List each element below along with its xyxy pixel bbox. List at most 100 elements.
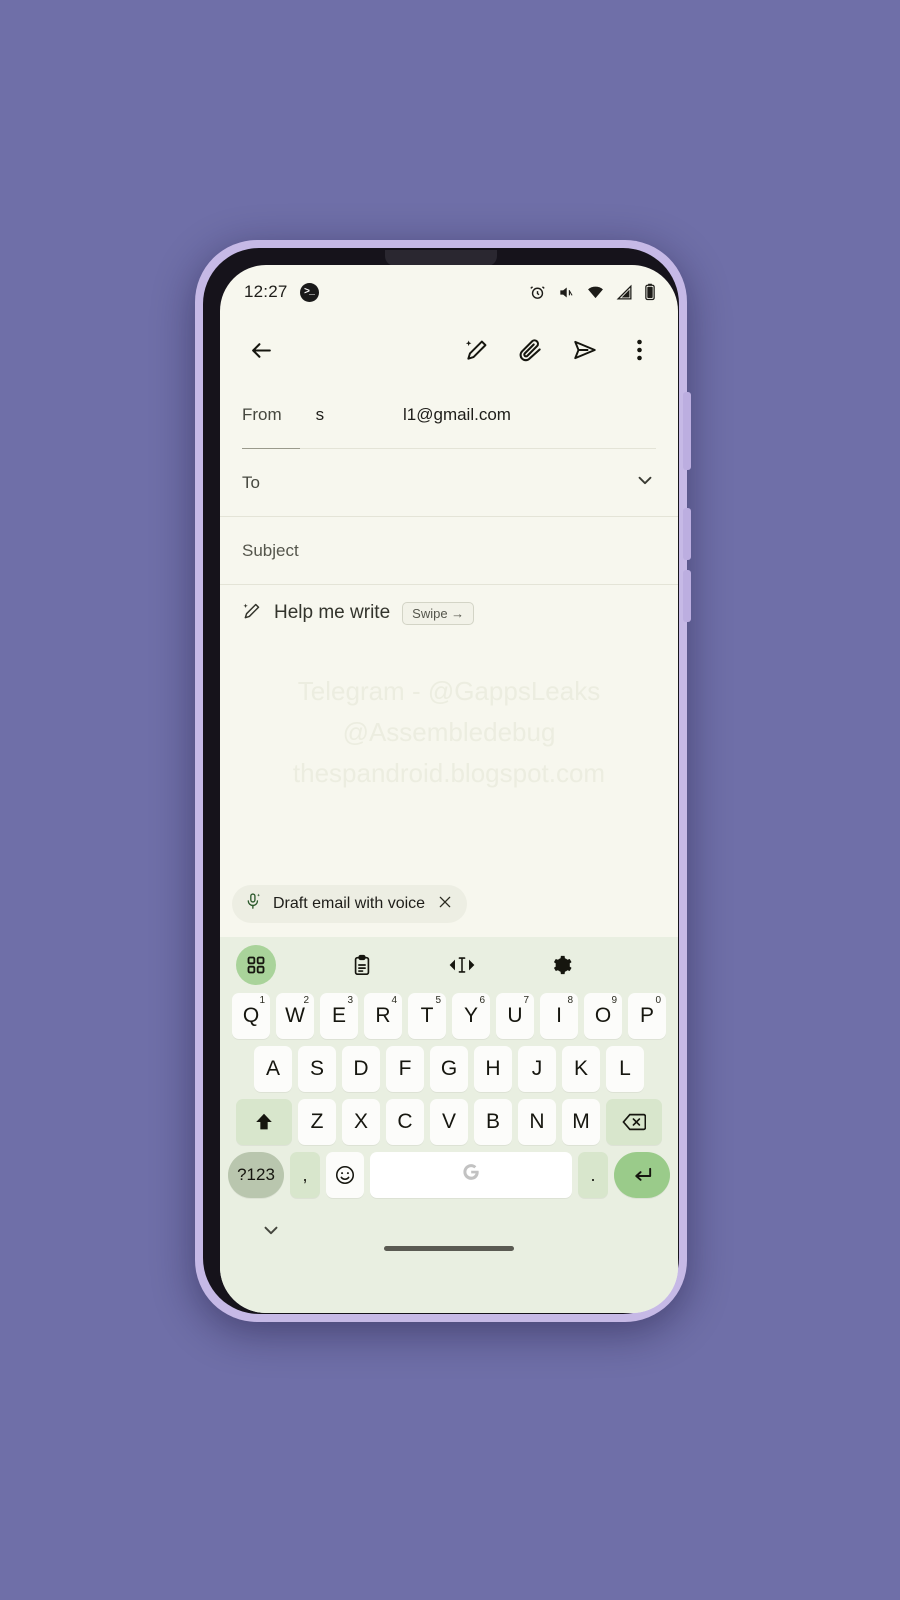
alarm-icon [529,284,546,301]
gesture-nav-bar[interactable] [384,1246,514,1251]
to-label: To [242,472,260,492]
space-key[interactable] [370,1152,572,1198]
phone-bezel: 12:27 >_ From s l1@gmail.com To Subject … [203,248,679,1314]
key-letter: T [420,1004,434,1027]
send-icon[interactable] [564,329,606,371]
chevron-down-icon[interactable] [260,1219,282,1246]
key-letter: V [441,1110,456,1133]
from-account-name: s [315,405,325,424]
key-letter: M [572,1110,590,1133]
key-j[interactable]: J [518,1046,556,1092]
key-letter: D [353,1057,369,1080]
volume-down-button[interactable] [683,570,691,622]
keyboard-row-qwerty: Q1W2E3R4T5Y6U7I8O9P0 [220,993,678,1039]
screenshot-canvas: 12:27 >_ From s l1@gmail.com To Subject … [0,0,900,1600]
key-letter: Q [242,1004,260,1027]
key-a[interactable]: A [254,1046,292,1092]
power-button[interactable] [683,392,691,470]
key-v[interactable]: V [430,1099,468,1145]
key-b[interactable]: B [474,1099,512,1145]
key-letter: R [375,1004,391,1027]
key-w[interactable]: W2 [276,993,314,1039]
key-m[interactable]: M [562,1099,600,1145]
key-p[interactable]: P0 [628,993,666,1039]
keyboard-footer [220,1205,678,1263]
key-u[interactable]: U7 [496,993,534,1039]
comma-key[interactable]: , [290,1152,320,1198]
wifi-icon [586,284,605,301]
volume-up-button[interactable] [683,508,691,560]
from-account-email: l1@gmail.com [403,405,511,424]
to-field-row[interactable]: To [220,449,678,517]
key-l[interactable]: L [606,1046,644,1092]
email-body-area[interactable]: Telegram - @GappsLeaks @Assembledebug th… [220,641,678,871]
key-number-hint: 8 [567,995,573,1006]
draft-email-with-voice-chip[interactable]: Draft email with voice [232,885,468,923]
key-g[interactable]: G [430,1046,468,1092]
watermark-line-1: Telegram - @GappsLeaks [297,676,601,706]
overflow-menu-icon[interactable] [618,329,660,371]
chevron-down-icon[interactable] [634,469,656,496]
key-k[interactable]: K [562,1046,600,1092]
enter-icon[interactable] [614,1152,670,1198]
google-logo-icon [460,1161,482,1189]
key-o[interactable]: O9 [584,993,622,1039]
key-n[interactable]: N [518,1099,556,1145]
key-z[interactable]: Z [298,1099,336,1145]
back-arrow-icon[interactable] [240,329,282,371]
shift-icon[interactable] [236,1099,292,1145]
suggestion-chip-zone: Draft email with voice [220,871,678,937]
keyboard-toolbar [220,937,678,993]
key-letter: B [485,1110,500,1133]
close-icon[interactable] [437,894,453,915]
key-i[interactable]: I8 [540,993,578,1039]
watermark-line-2: @Assembledebug [342,717,556,747]
terminal-icon: >_ [299,282,319,302]
emoji-icon[interactable] [326,1152,364,1198]
key-letter: X [353,1110,368,1133]
apps-grid-icon[interactable] [236,945,276,985]
phone-device-frame: 12:27 >_ From s l1@gmail.com To Subject … [195,240,691,1322]
mute-icon [557,284,575,301]
magic-compose-icon[interactable] [456,329,498,371]
phone-screen: 12:27 >_ From s l1@gmail.com To Subject … [220,265,678,1313]
backspace-icon[interactable] [606,1099,662,1145]
mic-sparkle-icon [244,892,263,916]
text-cursor-icon[interactable] [436,945,488,985]
key-number-hint: 5 [435,995,441,1006]
key-letter: Z [310,1110,324,1133]
key-y[interactable]: Y6 [452,993,490,1039]
help-me-write-row[interactable]: Help me write Swipe → [220,585,678,641]
key-d[interactable]: D [342,1046,380,1092]
key-s[interactable]: S [298,1046,336,1092]
zxcv-letters: Z XCV BNM [298,1099,600,1145]
key-letter: I [556,1004,562,1027]
key-letter: L [619,1057,631,1080]
cellular-signal-icon [616,284,633,301]
key-letter: P [639,1004,654,1027]
key-e[interactable]: E3 [320,993,358,1039]
swipe-hint-chip[interactable]: Swipe → [402,601,475,625]
symbols-key[interactable]: ?123 [228,1152,284,1198]
keyboard-row-zxcv: Z XCV BNM [220,1099,678,1145]
key-letter: S [309,1057,324,1080]
key-letter: O [594,1004,612,1027]
status-bar: 12:27 >_ [220,265,678,319]
key-r[interactable]: R4 [364,993,402,1039]
subject-field-row[interactable]: Subject [220,517,678,585]
key-h[interactable]: H [474,1046,512,1092]
key-letter: Y [463,1004,478,1027]
key-x[interactable]: X [342,1099,380,1145]
key-t[interactable]: T5 [408,993,446,1039]
key-number-hint: 4 [391,995,397,1006]
key-number-hint: 7 [523,995,529,1006]
key-letter: A [265,1057,280,1080]
settings-gear-icon[interactable] [536,945,588,985]
clipboard-icon[interactable] [336,945,388,985]
key-f[interactable]: F [386,1046,424,1092]
attach-icon[interactable] [510,329,552,371]
key-c[interactable]: C [386,1099,424,1145]
key-q[interactable]: Q1 [232,993,270,1039]
period-key[interactable]: . [578,1152,608,1198]
from-field-row[interactable]: From s l1@gmail.com [220,381,678,449]
